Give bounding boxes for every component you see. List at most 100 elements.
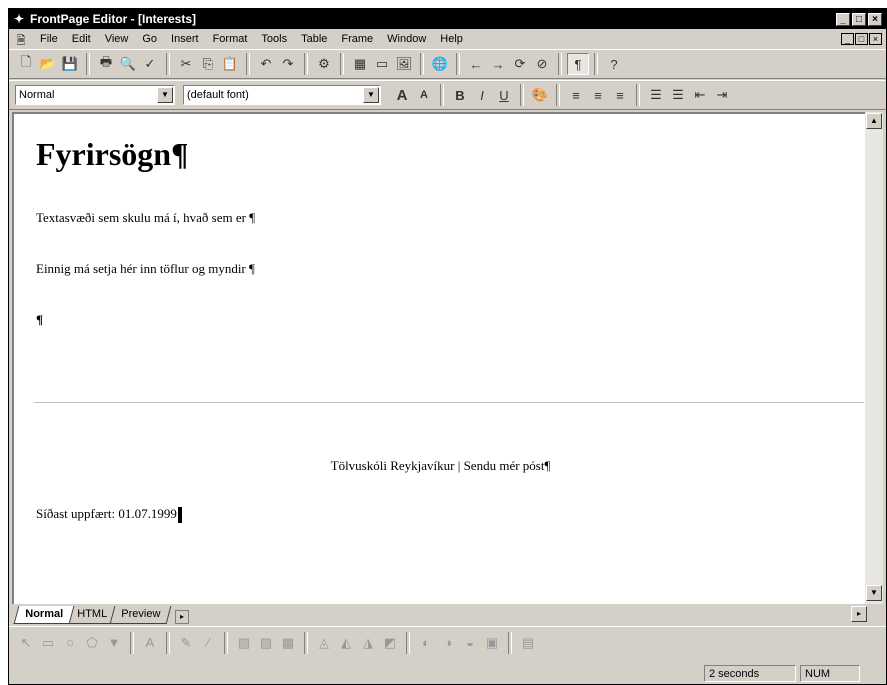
align-left-icon[interactable]: ≡: [565, 84, 587, 106]
decrease-indent-icon[interactable]: ⇤: [689, 84, 711, 106]
align-right-icon[interactable]: ≡: [609, 84, 631, 106]
image-icon[interactable]: 🖼: [393, 53, 415, 75]
doc-minimize-button[interactable]: _: [841, 33, 854, 45]
tab-scroll-icon[interactable]: ▸: [174, 610, 189, 624]
align-center-icon[interactable]: ≡: [587, 84, 609, 106]
open-icon[interactable]: 📂: [37, 53, 59, 75]
img7-icon[interactable]: ◩: [379, 632, 401, 654]
circle-icon[interactable]: ○: [59, 632, 81, 654]
cut-icon[interactable]: ✂: [175, 53, 197, 75]
menu-help[interactable]: Help: [433, 33, 470, 45]
line-icon[interactable]: ∕: [197, 632, 219, 654]
paragraph-2[interactable]: Einnig má setja hér inn töflur og myndir…: [36, 261, 255, 277]
last-updated-line[interactable]: Síðast uppfært: 01.07.1999: [36, 506, 182, 524]
menu-table[interactable]: Table: [294, 33, 334, 45]
forward-icon[interactable]: →: [487, 53, 509, 75]
hyperlink-icon[interactable]: 🌐: [429, 53, 451, 75]
menu-view[interactable]: View: [98, 33, 136, 45]
text-icon[interactable]: A: [139, 632, 161, 654]
vertical-scrollbar[interactable]: ▲ ▼: [865, 112, 883, 604]
text-color-icon[interactable]: 🎨: [529, 84, 551, 106]
view-tabs: Normal HTML Preview ▸: [12, 604, 886, 624]
paragraph-1[interactable]: Textasvæði sem skulu má í, hvað sem er ¶: [36, 210, 255, 226]
doc-close-button[interactable]: ×: [869, 33, 882, 45]
application-window: ✦ FrontPage Editor - [Interests] _ □ × 🗎…: [8, 8, 887, 685]
img2-icon[interactable]: ▧: [255, 632, 277, 654]
menu-bar: 🗎 File Edit View Go Insert Format Tools …: [9, 30, 886, 48]
format-toolbar: Normal ▼ (default font) ▼ A A B I U 🎨 ≡ …: [9, 80, 886, 110]
rectangle-icon[interactable]: ▭: [37, 632, 59, 654]
bold-icon[interactable]: B: [449, 84, 471, 106]
menu-frame[interactable]: Frame: [334, 33, 380, 45]
scroll-down-icon[interactable]: ▼: [866, 585, 882, 601]
img3-icon[interactable]: ▩: [277, 632, 299, 654]
page-heading[interactable]: Fyrirsögn¶: [36, 136, 188, 173]
chevron-down-icon[interactable]: ▼: [363, 87, 379, 103]
italic-icon[interactable]: I: [471, 84, 493, 106]
status-num: NUM: [800, 664, 860, 682]
style-select[interactable]: Normal ▼: [15, 85, 175, 105]
numbered-list-icon[interactable]: ☰: [645, 84, 667, 106]
print-preview-icon[interactable]: 🔍: [117, 53, 139, 75]
tab-preview-label: Preview: [121, 608, 161, 620]
menu-tools[interactable]: Tools: [254, 33, 294, 45]
status-bar: 2 seconds NUM: [9, 661, 886, 685]
save-icon[interactable]: 💾: [59, 53, 81, 75]
scroll-right-icon[interactable]: ▸: [851, 606, 867, 622]
scroll-up-icon[interactable]: ▲: [866, 113, 882, 129]
frontpage-app-icon[interactable]: ✦: [12, 12, 26, 26]
fill-icon[interactable]: ▼: [103, 632, 125, 654]
bulleted-list-icon[interactable]: ☰: [667, 84, 689, 106]
chevron-down-icon[interactable]: ▼: [157, 87, 173, 103]
table-icon[interactable]: ▦: [349, 53, 371, 75]
minimize-button[interactable]: _: [836, 12, 850, 26]
paragraph-3[interactable]: ¶: [36, 312, 43, 328]
menu-window[interactable]: Window: [380, 33, 433, 45]
menu-insert[interactable]: Insert: [164, 33, 206, 45]
pen-icon[interactable]: ✎: [175, 632, 197, 654]
new-icon[interactable]: 🗋: [15, 53, 37, 75]
footer-links[interactable]: Tölvuskóli Reykjavíkur | Sendu mér póst¶: [14, 458, 865, 474]
font-select[interactable]: (default font) ▼: [183, 85, 381, 105]
tab-normal[interactable]: Normal: [13, 606, 75, 624]
img5-icon[interactable]: ◭: [335, 632, 357, 654]
img1-icon[interactable]: ▨: [233, 632, 255, 654]
help-icon[interactable]: ?: [603, 53, 625, 75]
page-editor[interactable]: Fyrirsögn¶ Textasvæði sem skulu má í, hv…: [12, 112, 865, 604]
img12-icon[interactable]: ▤: [517, 632, 539, 654]
back-icon[interactable]: ←: [465, 53, 487, 75]
maximize-button[interactable]: □: [852, 12, 866, 26]
menu-go[interactable]: Go: [135, 33, 164, 45]
menu-format[interactable]: Format: [206, 33, 255, 45]
img11-icon[interactable]: ▣: [481, 632, 503, 654]
stop-icon[interactable]: ⊘: [531, 53, 553, 75]
menu-file[interactable]: File: [33, 33, 65, 45]
webbot-icon[interactable]: ⚙: [313, 53, 335, 75]
increase-indent-icon[interactable]: ⇥: [711, 84, 733, 106]
spelling-icon[interactable]: ✓: [139, 53, 161, 75]
img8-icon[interactable]: ◐: [415, 632, 437, 654]
img4-icon[interactable]: ◬: [313, 632, 335, 654]
print-icon[interactable]: 🖶: [95, 53, 117, 75]
show-paragraph-icon[interactable]: ¶: [567, 53, 589, 75]
copy-icon[interactable]: ⎘: [197, 53, 219, 75]
polygon-icon[interactable]: ⬠: [81, 632, 103, 654]
close-button[interactable]: ×: [868, 12, 882, 26]
undo-icon[interactable]: ↶: [255, 53, 277, 75]
refresh-icon[interactable]: ⟳: [509, 53, 531, 75]
menu-edit[interactable]: Edit: [65, 33, 98, 45]
img6-icon[interactable]: ◮: [357, 632, 379, 654]
pointer-icon[interactable]: ↖: [15, 632, 37, 654]
img9-icon[interactable]: ◑: [437, 632, 459, 654]
tab-normal-label: Normal: [25, 608, 64, 620]
increase-font-icon[interactable]: A: [391, 84, 413, 106]
document-icon[interactable]: 🗎: [13, 32, 29, 47]
tab-preview[interactable]: Preview: [109, 606, 172, 624]
paste-icon[interactable]: 📋: [219, 53, 241, 75]
form-field-icon[interactable]: ▭: [371, 53, 393, 75]
decrease-font-icon[interactable]: A: [413, 84, 435, 106]
redo-icon[interactable]: ↷: [277, 53, 299, 75]
img10-icon[interactable]: ◒: [459, 632, 481, 654]
underline-icon[interactable]: U: [493, 84, 515, 106]
doc-restore-button[interactable]: □: [855, 33, 868, 45]
